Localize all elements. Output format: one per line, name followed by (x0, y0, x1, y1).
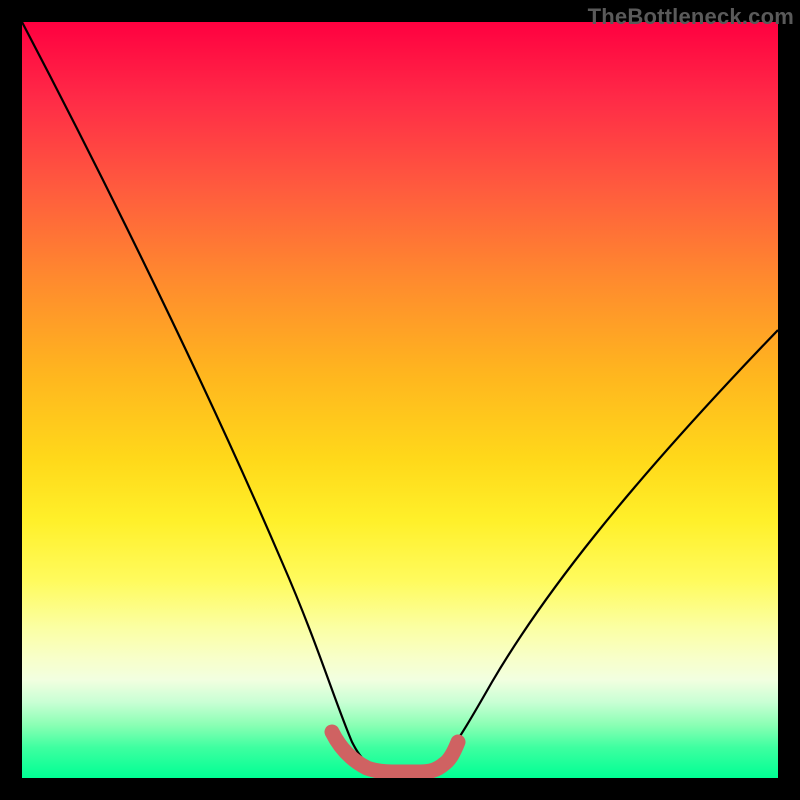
chart-frame: TheBottleneck.com (0, 0, 800, 800)
watermark-text: TheBottleneck.com (588, 4, 794, 30)
bottleneck-curve (22, 22, 778, 772)
plot-area (22, 22, 778, 778)
curve-svg (22, 22, 778, 778)
